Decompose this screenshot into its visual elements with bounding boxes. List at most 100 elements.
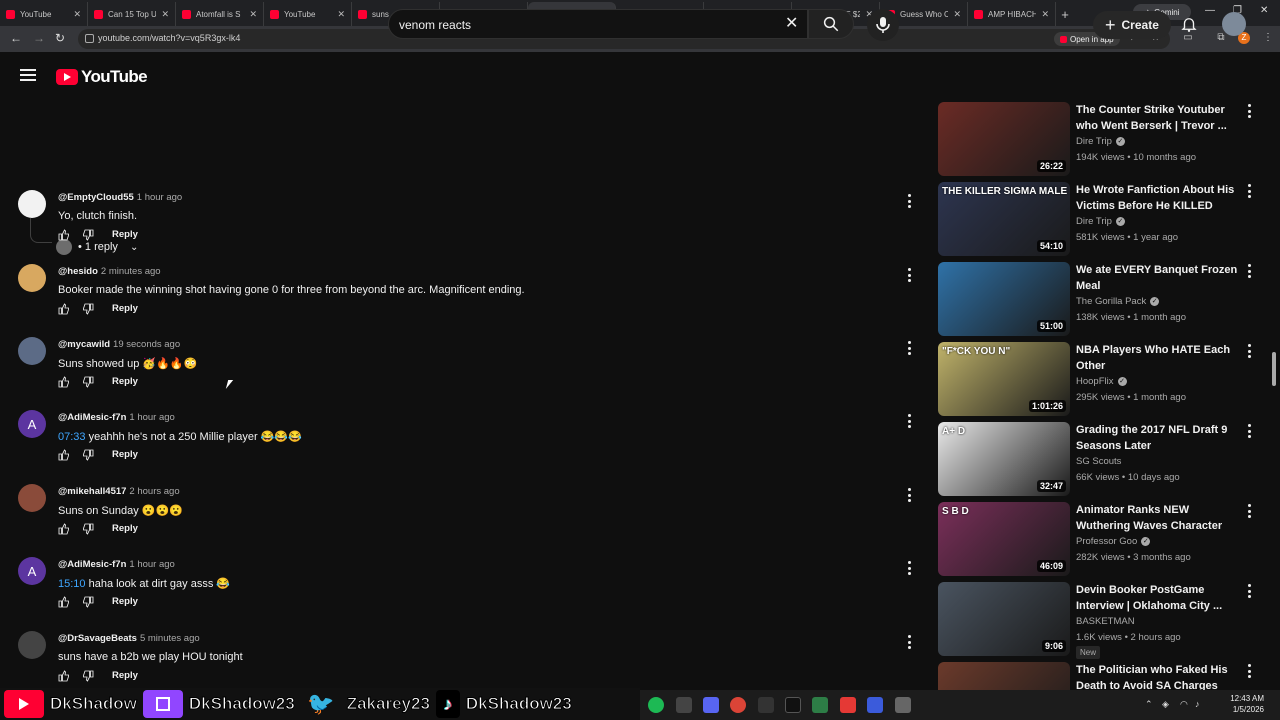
discord-icon[interactable] (703, 697, 719, 713)
comment-avatar[interactable] (18, 264, 46, 292)
dislike-icon[interactable] (82, 228, 94, 241)
comment-author[interactable]: @AdiMesic-f7n (58, 559, 126, 570)
like-icon[interactable] (58, 595, 70, 608)
video-channel[interactable]: Dire Trip ✓ (1076, 216, 1125, 227)
comment-time[interactable]: 19 seconds ago (113, 339, 180, 350)
video-title[interactable]: The Politician who Faked His Death to Av… (1076, 662, 1242, 692)
create-button[interactable]: + Create (1093, 11, 1171, 39)
comment-time[interactable]: 1 hour ago (129, 559, 174, 570)
video-thumbnail[interactable]: A+ D 32:47 (938, 422, 1070, 496)
notifications-bell-icon[interactable] (1180, 15, 1198, 33)
like-icon[interactable] (58, 228, 70, 241)
video-title[interactable]: Devin Booker PostGame Interview | Oklaho… (1076, 582, 1242, 614)
site-info-icon[interactable] (85, 34, 94, 43)
video-more-icon[interactable] (1246, 344, 1252, 358)
comment-avatar[interactable] (18, 337, 46, 365)
dislike-icon[interactable] (82, 669, 94, 682)
video-more-icon[interactable] (1246, 664, 1252, 678)
video-channel[interactable]: Dire Trip ✓ (1076, 136, 1125, 147)
video-channel[interactable]: BASKETMAN (1076, 616, 1135, 627)
tray-app-icon[interactable]: ◈ (1162, 699, 1169, 710)
reply-button[interactable]: Reply (112, 449, 138, 460)
browser-tab[interactable]: YouTube ✕ (264, 2, 352, 26)
minimize-icon[interactable]: — (1205, 5, 1215, 16)
browser-tab[interactable]: AMP HIBACH ✕ (968, 2, 1056, 26)
account-avatar[interactable] (1222, 12, 1246, 36)
browser-tab[interactable]: YouTube ✕ (0, 2, 88, 26)
video-more-icon[interactable] (1246, 264, 1252, 278)
video-channel[interactable]: HoopFlix ✓ (1076, 376, 1127, 387)
dislike-icon[interactable] (82, 375, 94, 388)
reply-button[interactable]: Reply (112, 303, 138, 314)
comment-time[interactable]: 2 minutes ago (101, 266, 161, 277)
close-tab-icon[interactable]: ✕ (249, 9, 257, 20)
reload-icon[interactable]: ↻ (55, 31, 65, 45)
reply-button[interactable]: Reply (112, 376, 138, 387)
comment-avatar[interactable]: A (18, 557, 46, 585)
comment-author[interactable]: @mycawild (58, 339, 110, 350)
app-icon[interactable] (812, 697, 828, 713)
forward-icon[interactable]: → (33, 31, 45, 45)
app-icon[interactable] (840, 697, 856, 713)
video-thumbnail[interactable]: "F*CK YOU N" 1:01:26 (938, 342, 1070, 416)
related-video[interactable]: 51:00 We ate EVERY Banquet Frozen Meal The… (938, 260, 1258, 336)
close-tab-icon[interactable]: ✕ (1041, 9, 1049, 20)
video-more-icon[interactable] (1246, 504, 1252, 518)
related-video[interactable]: S B D 46:09 Animator Ranks NEW Wuthering W… (938, 500, 1258, 576)
comment-avatar[interactable] (18, 484, 46, 512)
close-window-icon[interactable]: ✕ (1260, 5, 1268, 16)
system-clock[interactable]: 12:43 AM 1/5/2026 (1204, 693, 1264, 715)
close-tab-icon[interactable]: ✕ (73, 9, 81, 20)
related-video[interactable]: 9:06 Devin Booker PostGame Interview | Ok… (938, 580, 1258, 659)
reply-button[interactable]: Reply (112, 523, 138, 534)
reply-button[interactable]: Reply (112, 229, 138, 240)
video-thumbnail[interactable] (938, 662, 1070, 692)
video-title[interactable]: NBA Players Who HATE Each Other (1076, 342, 1242, 374)
comment-avatar[interactable] (18, 631, 46, 659)
video-more-icon[interactable] (1246, 104, 1252, 118)
video-thumbnail[interactable]: 9:06 (938, 582, 1070, 656)
dislike-icon[interactable] (82, 522, 94, 535)
video-title[interactable]: We ate EVERY Banquet Frozen Meal (1076, 262, 1242, 294)
comment-time[interactable]: 1 hour ago (137, 192, 182, 203)
video-more-icon[interactable] (1246, 584, 1252, 598)
tiktok-app-icon[interactable] (785, 697, 801, 713)
comment-more-icon[interactable] (906, 194, 912, 208)
video-title[interactable]: Grading the 2017 NFL Draft 9 Seasons Lat… (1076, 422, 1242, 454)
video-channel[interactable]: Professor Goo ✓ (1076, 536, 1151, 547)
video-more-icon[interactable] (1246, 184, 1252, 198)
scrollbar-thumb[interactable] (1272, 352, 1276, 386)
timestamp-link[interactable]: 07:33 (58, 431, 86, 443)
video-channel[interactable]: The Gorilla Pack ✓ (1076, 296, 1160, 307)
related-video[interactable]: 26:22 The Counter Strike Youtuber who Wen… (938, 100, 1258, 176)
search-input[interactable] (399, 15, 769, 35)
video-title[interactable]: He Wrote Fanfiction About His Victims Be… (1076, 182, 1242, 214)
browser-tab[interactable]: Atomfall is S ✕ (176, 2, 264, 26)
like-icon[interactable] (58, 669, 70, 682)
comment-more-icon[interactable] (906, 414, 912, 428)
related-video[interactable]: The Politician who Faked His Death to Av… (938, 660, 1258, 692)
extensions-icon[interactable]: ⧉ (1215, 32, 1227, 44)
youtube-logo[interactable]: YouTube (56, 67, 148, 87)
app-icon[interactable] (895, 697, 911, 713)
dislike-icon[interactable] (82, 302, 94, 315)
browser-menu-icon[interactable]: ⋮ (1262, 32, 1274, 44)
clear-search-icon[interactable]: ✕ (785, 13, 798, 33)
dislike-icon[interactable] (82, 448, 94, 461)
close-tab-icon[interactable]: ✕ (161, 9, 169, 20)
related-video[interactable]: "F*CK YOU N" 1:01:26 NBA Players Who HATE … (938, 340, 1258, 416)
related-video[interactable]: THE KILLER SIGMA MALE 54:10 He Wrote Fanfi… (938, 180, 1258, 256)
volume-icon[interactable]: ♪ (1195, 699, 1200, 709)
comment-author[interactable]: @AdiMesic-f7n (58, 412, 126, 423)
comment-time[interactable]: 5 minutes ago (140, 633, 200, 644)
comment-more-icon[interactable] (906, 561, 912, 575)
wifi-icon[interactable]: ◠ (1180, 699, 1188, 710)
comment-avatar[interactable]: A (18, 410, 46, 438)
comment-more-icon[interactable] (906, 635, 912, 649)
search-box[interactable] (388, 9, 808, 39)
timestamp-link[interactable]: 15:10 (58, 578, 86, 590)
back-icon[interactable]: ← (10, 31, 22, 45)
chrome-icon[interactable] (730, 697, 746, 713)
close-tab-icon[interactable]: ✕ (337, 9, 345, 20)
dislike-icon[interactable] (82, 595, 94, 608)
